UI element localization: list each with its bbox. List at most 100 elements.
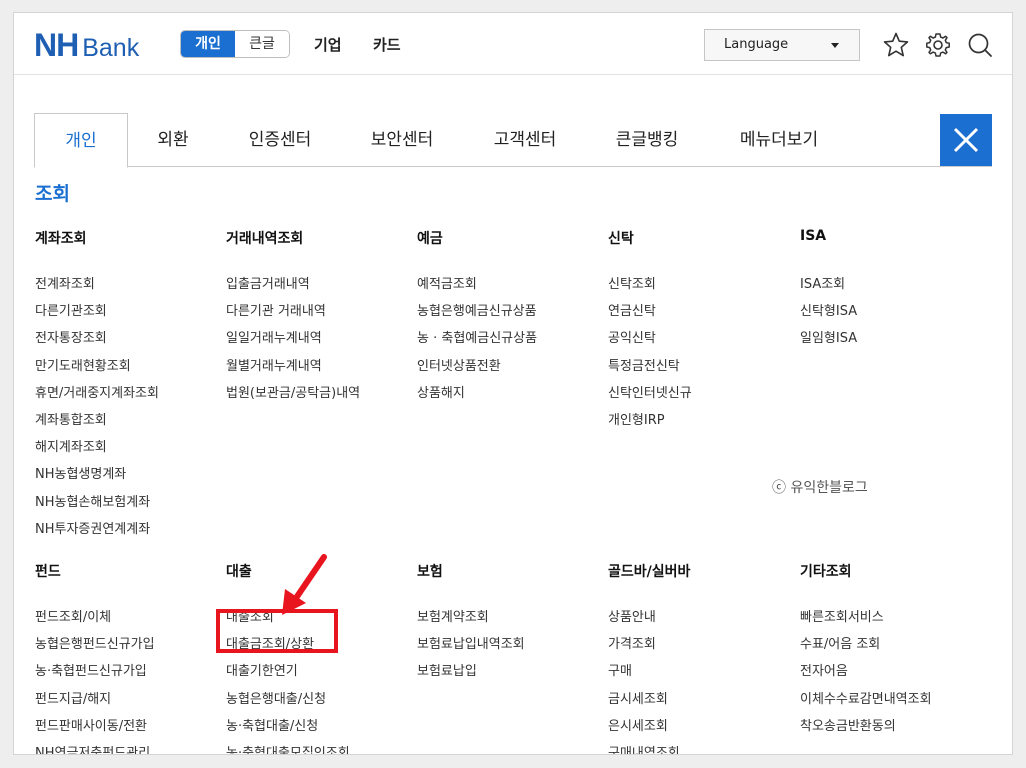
close-menu-button[interactable]: [940, 114, 992, 166]
language-select-label: Language: [724, 37, 789, 52]
tab-large-text-banking[interactable]: 큰글뱅킹: [597, 113, 697, 167]
menu-column-other: 기타조회 빠른조회서비스 수표/어음 조회 전자어음 이체수수료감면내역조회 착…: [800, 561, 990, 744]
menu-column-account: 계좌조회 전계좌조회 다른기관조회 전자통장조회 만기도래현황조회 휴면/거래중…: [35, 228, 225, 547]
menu-column-title[interactable]: 예금: [417, 228, 607, 275]
logo-bank-text: Bank: [82, 34, 140, 62]
menu-link[interactable]: 다른기관 거래내역: [226, 302, 416, 329]
menu-link[interactable]: NH투자증권연계계좌: [35, 520, 225, 547]
menu-column-isa: ISA ISA조회 신탁형ISA 일임형ISA: [800, 228, 990, 357]
language-select[interactable]: Language: [704, 29, 860, 61]
menu-link[interactable]: 신탁조회: [608, 275, 798, 302]
browser-frame: NH Bank 개인 큰글 기업 카드 Language 개인 외환 인증센터 …: [13, 12, 1013, 755]
section-title-inquiry: 조회: [35, 183, 70, 205]
menu-column-insurance: 보험 보험계약조회 보험료납입내역조회 보험료납입: [417, 561, 607, 690]
menu-link[interactable]: 예적금조회: [417, 275, 607, 302]
menu-link[interactable]: 월별거래누계내역: [226, 357, 416, 384]
menu-column-title[interactable]: 거래내역조회: [226, 228, 416, 275]
gear-icon[interactable]: [924, 31, 952, 59]
menu-link[interactable]: 만기도래현황조회: [35, 357, 225, 384]
menu-link[interactable]: 빠른조회서비스: [800, 608, 990, 635]
menu-link[interactable]: 일임형ISA: [800, 329, 990, 356]
menu-link[interactable]: 농협은행예금신규상품: [417, 302, 607, 329]
tab-personal[interactable]: 개인: [34, 113, 128, 168]
menu-link[interactable]: NH농협생명계좌: [35, 465, 225, 492]
search-icon[interactable]: [966, 31, 994, 59]
tab-customer-center[interactable]: 고객센터: [475, 113, 575, 167]
menu-link[interactable]: 농협은행펀드신규가입: [35, 635, 225, 662]
menu-link[interactable]: 보험료납입: [417, 662, 607, 689]
menu-link[interactable]: 가격조회: [608, 635, 798, 662]
main-menu-tabs: 개인 외환 인증센터 보안센터 고객센터 큰글뱅킹 메뉴더보기: [34, 113, 992, 168]
menu-link[interactable]: NH농협손해보험계좌: [35, 493, 225, 520]
menu-column-deposit: 예금 예적금조회 농협은행예금신규상품 농 · 축협예금신규상품 인터넷상품전환…: [417, 228, 607, 411]
menu-link[interactable]: 펀드판매사이동/전환: [35, 717, 225, 744]
menu-link[interactable]: 농 · 축협예금신규상품: [417, 329, 607, 356]
star-icon[interactable]: [882, 31, 910, 59]
menu-link[interactable]: 전자어음: [800, 662, 990, 689]
mode-large-text-button[interactable]: 큰글: [235, 31, 289, 57]
menu-link[interactable]: 해지계좌조회: [35, 438, 225, 465]
menu-link[interactable]: 펀드조회/이체: [35, 608, 225, 635]
menu-link[interactable]: 입출금거래내역: [226, 275, 416, 302]
menu-link[interactable]: 연금신탁: [608, 302, 798, 329]
menu-link[interactable]: NH연금저축펀드관리: [35, 744, 225, 754]
menu-link[interactable]: 일일거래누계내역: [226, 329, 416, 356]
menu-link[interactable]: 펀드지급/해지: [35, 690, 225, 717]
menu-link[interactable]: 다른기관조회: [35, 302, 225, 329]
menu-link[interactable]: 농·축협대출/신청: [226, 717, 416, 744]
menu-link[interactable]: 법원(보관금/공탁금)내역: [226, 384, 416, 411]
view-mode-toggle: 개인 큰글: [180, 30, 290, 58]
menu-link[interactable]: 휴면/거래중지계좌조회: [35, 384, 225, 411]
menu-link[interactable]: 대출기한연기: [226, 662, 416, 689]
menu-link[interactable]: 보험계약조회: [417, 608, 607, 635]
menu-column-title[interactable]: ISA: [800, 228, 990, 275]
close-icon: [953, 127, 979, 153]
blog-watermark: ⓒ 유익한블로그: [772, 480, 868, 496]
menu-link[interactable]: ISA조회: [800, 275, 990, 302]
menu-column-trust: 신탁 신탁조회 연금신탁 공익신탁 특정금전신탁 신탁인터넷신규 개인형IRP: [608, 228, 798, 438]
menu-link[interactable]: 상품해지: [417, 384, 607, 411]
menu-link[interactable]: 은시세조회: [608, 717, 798, 744]
menu-link[interactable]: 착오송금반환동의: [800, 717, 990, 744]
menu-link[interactable]: 신탁인터넷신규: [608, 384, 798, 411]
card-link[interactable]: 카드: [373, 34, 401, 55]
menu-link[interactable]: 상품안내: [608, 608, 798, 635]
site-header: NH Bank 개인 큰글 기업 카드 Language: [14, 13, 1012, 75]
menu-column-transactions: 거래내역조회 입출금거래내역 다른기관 거래내역 일일거래누계내역 월별거래누계…: [226, 228, 416, 411]
caret-down-icon: [831, 43, 839, 48]
menu-link[interactable]: 신탁형ISA: [800, 302, 990, 329]
menu-link[interactable]: 전계좌조회: [35, 275, 225, 302]
tab-security-center[interactable]: 보안센터: [352, 113, 452, 167]
menu-link[interactable]: 특정금전신탁: [608, 357, 798, 384]
menu-link[interactable]: 개인형IRP: [608, 411, 798, 438]
menu-link[interactable]: 농·축협대출모집인조회: [226, 744, 416, 754]
menu-column-title[interactable]: 보험: [417, 561, 607, 608]
menu-link[interactable]: 계좌통합조회: [35, 411, 225, 438]
menu-link[interactable]: 금시세조회: [608, 690, 798, 717]
menu-link[interactable]: 구매: [608, 662, 798, 689]
tab-forex[interactable]: 외환: [138, 113, 208, 167]
mode-personal-button[interactable]: 개인: [181, 31, 235, 57]
menu-column-title[interactable]: 기타조회: [800, 561, 990, 608]
nh-bank-logo[interactable]: NH Bank: [34, 27, 139, 64]
menu-link[interactable]: 보험료납입내역조회: [417, 635, 607, 662]
menu-link[interactable]: 이체수수료감면내역조회: [800, 690, 990, 717]
menu-column-title[interactable]: 골드바/실버바: [608, 561, 798, 608]
menu-column-title[interactable]: 신탁: [608, 228, 798, 275]
menu-column-gold-silver: 골드바/실버바 상품안내 가격조회 구매 금시세조회 은시세조회 구매내역조회: [608, 561, 798, 754]
tab-more-menu[interactable]: 메뉴더보기: [719, 113, 839, 167]
logo-nh-text: NH: [34, 27, 79, 63]
menu-link[interactable]: 전자통장조회: [35, 329, 225, 356]
menu-column-title[interactable]: 계좌조회: [35, 228, 225, 275]
menu-link[interactable]: 농·축협펀드신규가입: [35, 662, 225, 689]
tab-certificate-center[interactable]: 인증센터: [230, 113, 330, 167]
menu-column-fund: 펀드 펀드조회/이체 농협은행펀드신규가입 농·축협펀드신규가입 펀드지급/해지…: [35, 561, 225, 754]
menu-link[interactable]: 공익신탁: [608, 329, 798, 356]
menu-link[interactable]: 수표/어음 조회: [800, 635, 990, 662]
menu-link[interactable]: 인터넷상품전환: [417, 357, 607, 384]
pointer-arrow-icon: [282, 554, 327, 615]
menu-link[interactable]: 구매내역조회: [608, 744, 798, 754]
business-link[interactable]: 기업: [314, 34, 342, 55]
menu-column-title[interactable]: 펀드: [35, 561, 225, 608]
menu-link[interactable]: 농협은행대출/신청: [226, 690, 416, 717]
